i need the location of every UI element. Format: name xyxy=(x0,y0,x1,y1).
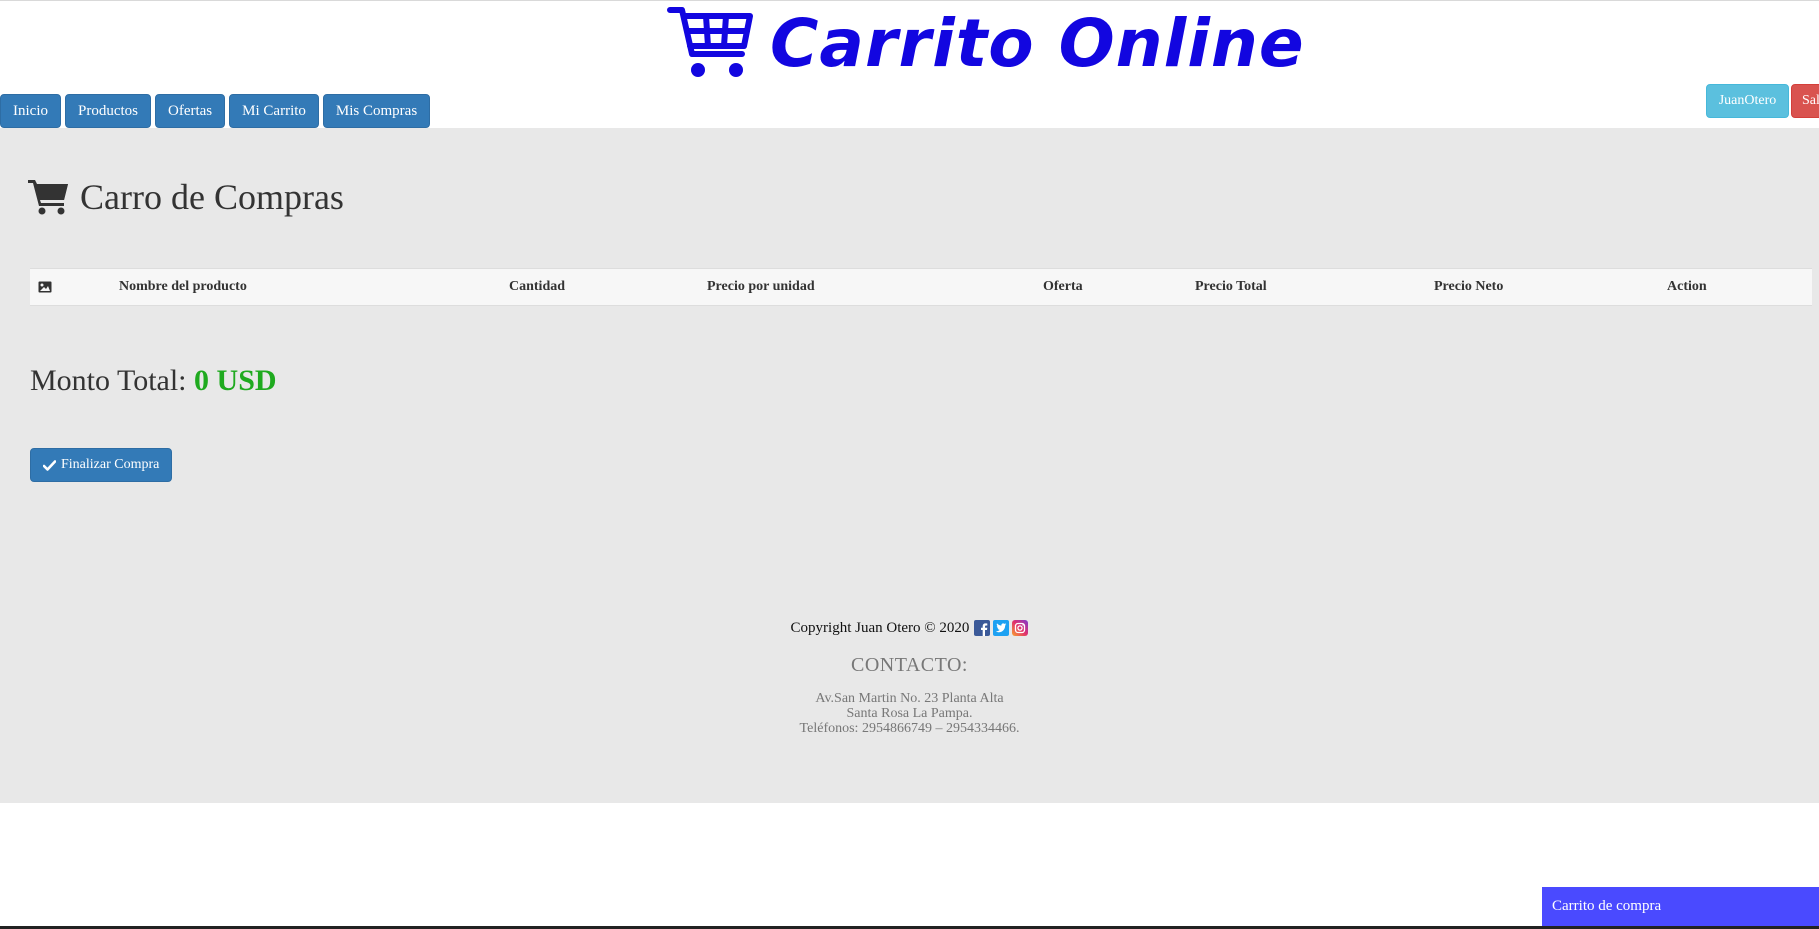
floating-cart-label: Carrito de compra xyxy=(1552,898,1662,914)
site-logo[interactable]: Carrito Online xyxy=(666,2,1305,86)
column-header-unit-price: Precio por unidad xyxy=(707,279,815,294)
shopping-cart-icon xyxy=(28,180,68,215)
user-button[interactable]: JuanOtero xyxy=(1706,84,1789,118)
total-amount: Monto Total: 0 USD xyxy=(30,364,277,398)
address-line-2: Santa Rosa La Pampa. xyxy=(846,706,973,721)
check-icon xyxy=(43,459,56,471)
facebook-icon[interactable] xyxy=(974,620,991,636)
instagram-icon[interactable] xyxy=(1012,620,1029,636)
copyright-line: Copyright Juan Otero © 2020 xyxy=(0,618,1819,638)
column-header-quantity: Cantidad xyxy=(509,279,566,294)
total-value: 0 USD xyxy=(194,364,277,397)
total-label: Monto Total: xyxy=(30,364,187,397)
logo-text: Carrito Online xyxy=(770,5,1305,82)
top-border xyxy=(0,0,1819,1)
nav-mis-compras[interactable]: Mis Compras xyxy=(322,94,431,128)
image-column-header xyxy=(38,269,52,305)
nav-productos[interactable]: Productos xyxy=(65,94,151,128)
floating-cart-tab[interactable]: Carrito de compra xyxy=(1542,887,1819,926)
cart-table-header: Nombre del producto Cantidad Precio por … xyxy=(30,268,1812,306)
nav-mi-carrito[interactable]: Mi Carrito xyxy=(229,94,319,128)
main-nav: Inicio Productos Ofertas Mi Carrito Mis … xyxy=(0,94,431,128)
phone-numbers: Teléfonos: 2954866749 – 2954334466. xyxy=(799,721,1020,736)
logout-button[interactable]: Sal xyxy=(1791,84,1819,118)
twitter-icon[interactable] xyxy=(993,620,1010,636)
footer: Copyright Juan Otero © 2020 CONTACTO: Av… xyxy=(0,618,1819,736)
page-title-text: Carro de Compras xyxy=(80,177,344,217)
checkout-label: Finalizar Compra xyxy=(61,457,160,472)
column-header-name: Nombre del producto xyxy=(119,279,247,294)
column-header-net-price: Precio Neto xyxy=(1434,279,1504,294)
nav-ofertas[interactable]: Ofertas xyxy=(155,94,226,128)
copyright-text: Copyright Juan Otero © 2020 xyxy=(790,619,970,636)
main-content: Carro de Compras Nombre del producto Can… xyxy=(0,128,1819,803)
contact-address: Av.San Martin No. 23 Planta Alta Santa R… xyxy=(0,691,1819,736)
checkout-button[interactable]: Finalizar Compra xyxy=(30,448,173,482)
page-title: Carro de Compras xyxy=(28,176,344,218)
column-header-action: Action xyxy=(1667,279,1707,294)
column-header-total-price: Precio Total xyxy=(1195,279,1267,294)
image-icon xyxy=(38,281,52,293)
address-line-1: Av.San Martin No. 23 Planta Alta xyxy=(815,691,1004,706)
logo-cart-icon xyxy=(667,7,753,77)
column-header-offer: Oferta xyxy=(1043,279,1083,294)
nav-inicio[interactable]: Inicio xyxy=(0,94,61,128)
social-links xyxy=(974,620,1029,636)
contact-title: CONTACTO: xyxy=(851,654,968,676)
